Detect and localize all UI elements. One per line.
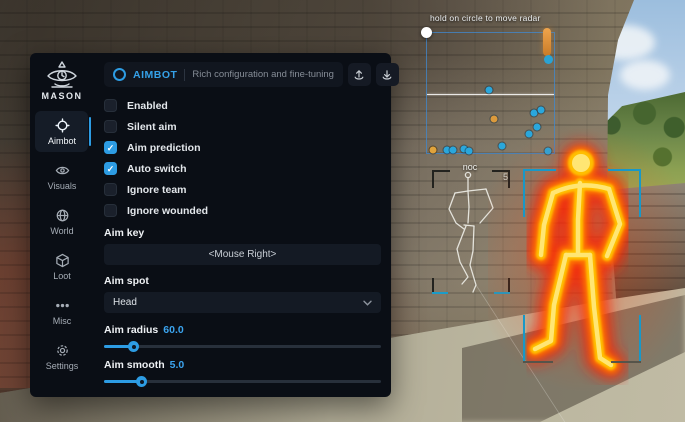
sidebar-item-loot[interactable]: Loot: [30, 244, 94, 289]
aimbot-ring-icon: [113, 68, 126, 81]
download-icon: [381, 69, 393, 81]
bracket-corner: [432, 170, 450, 188]
upload-icon: [353, 69, 365, 81]
brand-name: MASON: [42, 91, 83, 101]
sidebar-item-label: Misc: [53, 316, 72, 326]
sidebar-item-label: Settings: [46, 361, 79, 371]
gear-icon: [55, 343, 70, 358]
eye-icon: [55, 163, 70, 178]
checkbox-label: Ignore team: [127, 184, 187, 196]
checkbox[interactable]: [104, 162, 117, 175]
checkbox-label: Auto switch: [127, 163, 187, 175]
download-config-button[interactable]: [376, 63, 399, 86]
cube-icon: [55, 253, 70, 268]
active-accent-bar: [89, 117, 91, 146]
sidebar-item-settings[interactable]: Settings: [30, 334, 94, 379]
aim-radius-label: Aim radius: [104, 324, 158, 336]
aim-smooth-slider-group: Aim smooth 5.0: [104, 359, 381, 383]
bracket-corner: [432, 292, 448, 294]
aim-smooth-label: Aim smooth: [104, 359, 165, 371]
radar-hint: hold on circle to move radar: [430, 13, 541, 23]
checkbox[interactable]: [104, 183, 117, 196]
radar-dot-orange: [491, 116, 498, 123]
chevron-down-icon: [363, 300, 372, 306]
checkbox-row-silent-aim[interactable]: Silent aim: [104, 116, 381, 137]
sidebar-item-visuals[interactable]: Visuals: [30, 154, 94, 199]
orange-marker: [543, 28, 551, 56]
checkbox[interactable]: [104, 99, 117, 112]
checkbox-label: Aim prediction: [127, 142, 201, 154]
aim-radius-slider-group: Aim radius 60.0: [104, 324, 381, 348]
checkbox-row-enabled[interactable]: Enabled: [104, 95, 381, 116]
checkbox-list: Enabled Silent aim Aim prediction Auto s…: [104, 95, 381, 221]
sidebar-item-label: Aimbot: [48, 136, 76, 146]
checkbox[interactable]: [104, 141, 117, 154]
aim-spot-select[interactable]: Head: [104, 292, 381, 313]
section-title: AIMBOT: [133, 69, 177, 81]
mason-logo-icon: [44, 61, 80, 89]
aim-radius-slider[interactable]: [104, 345, 381, 348]
bracket-corner: [611, 361, 641, 363]
radar-dot-cyan: [486, 87, 493, 94]
aim-key-button[interactable]: <Mouse Right>: [104, 244, 381, 265]
sidebar-item-label: World: [50, 226, 73, 236]
aim-smooth-value: 5.0: [170, 359, 185, 371]
checkbox-row-auto-switch[interactable]: Auto switch: [104, 158, 381, 179]
bracket-corner: [639, 169, 641, 217]
checkbox[interactable]: [104, 204, 117, 217]
radar-dot-cyan: [450, 147, 457, 154]
sidebar-item-misc[interactable]: Misc: [30, 289, 94, 334]
aim-key-label: Aim key: [104, 227, 381, 239]
menu-content: AIMBOT Rich configuration and fine-tunin…: [94, 53, 391, 397]
bracket-corner: [523, 169, 525, 217]
slider-thumb[interactable]: [136, 376, 147, 387]
checkbox-label: Enabled: [127, 100, 168, 112]
checkbox[interactable]: [104, 120, 117, 133]
checkbox-row-ignore-wounded[interactable]: Ignore wounded: [104, 200, 381, 221]
sidebar-item-world[interactable]: World: [30, 199, 94, 244]
slider-thumb[interactable]: [128, 341, 139, 352]
aim-radius-value: 60.0: [163, 324, 183, 336]
checkbox-label: Ignore wounded: [127, 205, 208, 217]
radar-dot-self: [430, 147, 437, 154]
section-subtitle: Rich configuration and fine-tuning: [192, 69, 334, 80]
sidebar-item-label: Visuals: [48, 181, 77, 191]
aim-spot-value: Head: [113, 297, 137, 308]
upload-config-button[interactable]: [348, 63, 371, 86]
globe-icon: [55, 208, 70, 223]
checkbox-row-aim-prediction[interactable]: Aim prediction: [104, 137, 381, 158]
radar-dot-cyan: [538, 107, 545, 114]
bracket-corner: [523, 361, 553, 363]
radar-dot-cyan: [466, 148, 473, 155]
radar-dot-cyan: [531, 110, 538, 117]
aim-smooth-slider[interactable]: [104, 380, 381, 383]
bracket-corner: [523, 169, 556, 171]
aim-spot-label: Aim spot: [104, 275, 381, 287]
sidebar-item-label: Loot: [53, 271, 71, 281]
bracket-corner: [639, 315, 641, 363]
checkbox-row-ignore-team[interactable]: Ignore team: [104, 179, 381, 200]
bracket-corner: [523, 315, 525, 363]
sidebar-item-aimbot[interactable]: Aimbot: [30, 109, 94, 154]
checkbox-label: Silent aim: [127, 121, 177, 133]
game-screen: hold on circle to move radar noc 5: [0, 0, 685, 422]
sidebar-nav: Aimbot Visuals World: [30, 109, 94, 379]
radar-edge-dot: [544, 55, 553, 64]
crosshair-icon: [55, 118, 70, 133]
section-header: AIMBOT Rich configuration and fine-tunin…: [104, 62, 343, 87]
sidebar: MASON Aimbot Visua: [30, 53, 94, 397]
player-esp-box: [523, 169, 641, 363]
bracket-corner: [608, 169, 641, 171]
dots-icon: [55, 298, 70, 313]
cheat-menu-panel: MASON Aimbot Visua: [30, 53, 391, 397]
divider: [184, 69, 185, 81]
radar-drag-handle[interactable]: [421, 27, 432, 38]
